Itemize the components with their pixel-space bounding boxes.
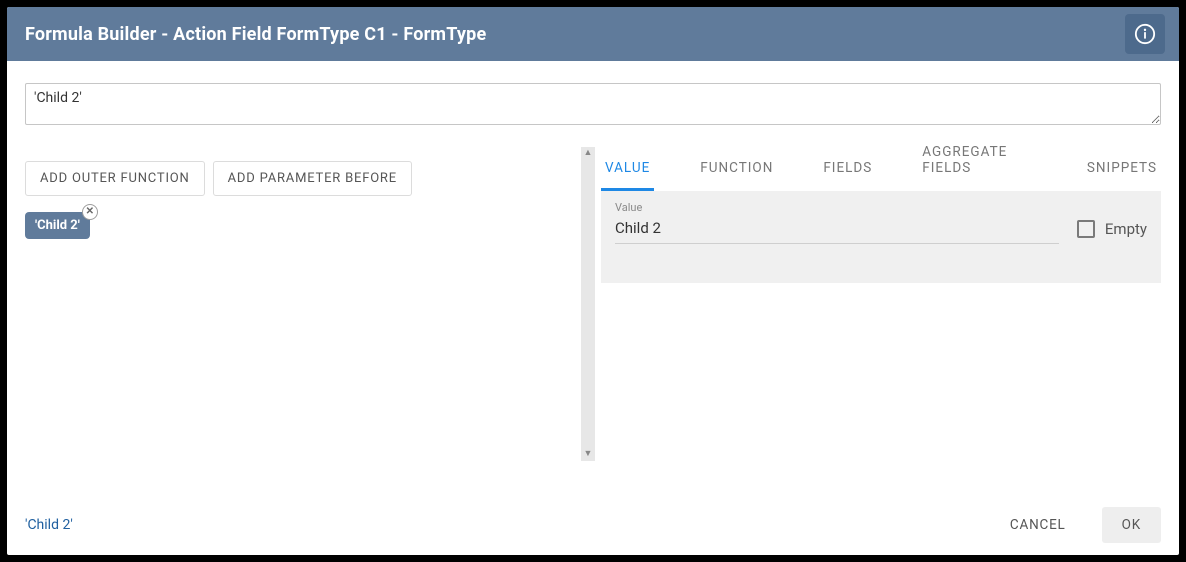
dialog-header: Formula Builder - Action Field FormType … (7, 7, 1179, 61)
vertical-splitter[interactable]: ▲ ▼ (581, 147, 595, 461)
formula-token[interactable]: 'Child 2' ✕ (25, 212, 90, 239)
value-input-label: Value (615, 201, 642, 214)
tab-aggregate-fields[interactable]: AGGREGATE FIELDS (918, 132, 1041, 191)
splitter-up-icon: ▲ (584, 149, 593, 158)
value-field-row: Value Empty (615, 201, 1147, 244)
token-area[interactable]: 'Child 2' ✕ (25, 206, 581, 449)
value-tab-content: Value Empty (601, 191, 1161, 283)
value-input-wrap: Value (615, 201, 1059, 244)
tab-fields[interactable]: FIELDS (819, 148, 876, 191)
splitter-down-icon: ▼ (584, 450, 593, 459)
left-horizontal-scrollbar[interactable] (25, 449, 581, 465)
tab-snippets[interactable]: SNIPPETS (1083, 148, 1161, 191)
expression-textarea[interactable] (25, 83, 1161, 125)
empty-checkbox[interactable] (1077, 220, 1095, 238)
ok-button[interactable]: OK (1102, 507, 1161, 543)
cancel-button[interactable]: CANCEL (990, 507, 1086, 543)
tab-value[interactable]: VALUE (601, 148, 654, 191)
right-panel: VALUE FUNCTION FIELDS AGGREGATE FIELDS S… (595, 143, 1161, 465)
value-input[interactable] (615, 215, 1059, 244)
expression-row (7, 61, 1179, 143)
token-remove-button[interactable]: ✕ (82, 204, 98, 220)
empty-checkbox-label: Empty (1105, 220, 1147, 238)
dialog-footer: 'Child 2' CANCEL OK (7, 495, 1179, 555)
button-row: ADD OUTER FUNCTION ADD PARAMETER BEFORE (25, 143, 581, 206)
empty-checkbox-wrap: Empty (1077, 220, 1147, 244)
tab-function[interactable]: FUNCTION (696, 148, 777, 191)
dialog-title: Formula Builder - Action Field FormType … (25, 24, 1125, 45)
tab-bar: VALUE FUNCTION FIELDS AGGREGATE FIELDS S… (601, 143, 1161, 191)
add-outer-function-button[interactable]: ADD OUTER FUNCTION (25, 161, 205, 196)
formula-builder-dialog: Formula Builder - Action Field FormType … (7, 7, 1179, 555)
main-split: ADD OUTER FUNCTION ADD PARAMETER BEFORE … (7, 143, 1179, 465)
formula-preview: 'Child 2' (25, 517, 990, 533)
add-parameter-before-button[interactable]: ADD PARAMETER BEFORE (213, 161, 412, 196)
left-panel: ADD OUTER FUNCTION ADD PARAMETER BEFORE … (25, 143, 581, 465)
formula-token-label: 'Child 2' (35, 218, 80, 233)
bottom-horizontal-scrollbar[interactable] (9, 479, 1177, 495)
info-button[interactable] (1125, 14, 1165, 54)
info-icon (1134, 23, 1156, 45)
